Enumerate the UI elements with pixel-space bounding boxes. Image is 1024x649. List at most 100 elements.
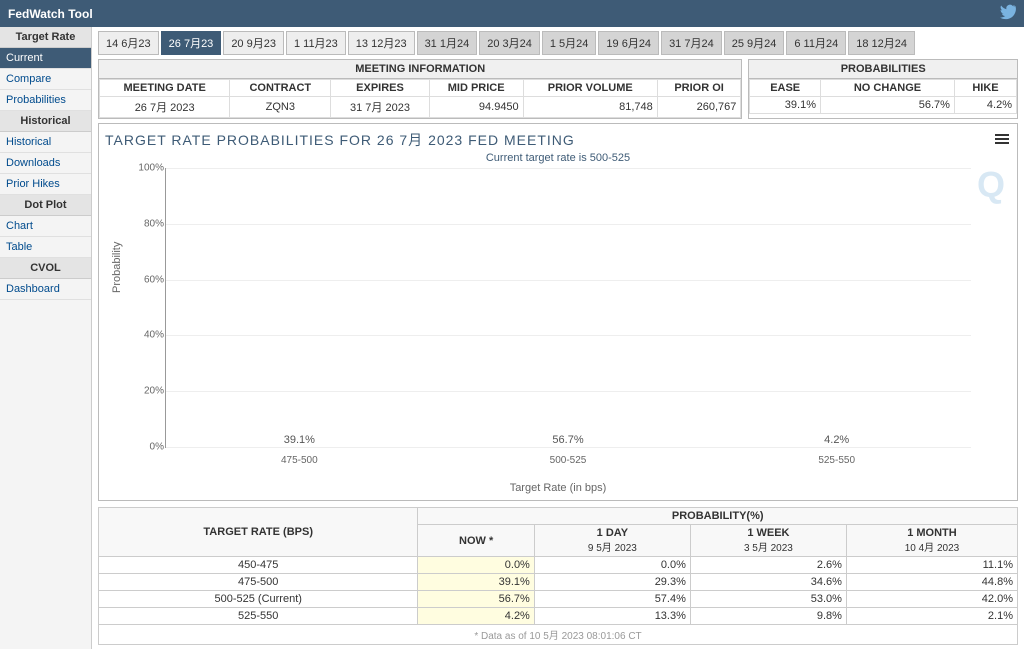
table-cell: 81,748 xyxy=(523,97,657,118)
tab-meeting-date[interactable]: 20 3月24 xyxy=(479,31,540,55)
sidebar-item-current[interactable]: Current xyxy=(0,48,91,69)
table-header: NOW * xyxy=(418,525,534,557)
app-title: FedWatch Tool xyxy=(8,7,93,21)
table-header: EASE xyxy=(750,80,821,97)
sidebar-group-header: Dot Plot xyxy=(0,195,91,216)
prob-cell: 0.0% xyxy=(418,557,534,574)
meeting-info-table: MEETING DATECONTRACTEXPIRESMID PRICEPRIO… xyxy=(99,79,741,118)
chart-ytick: 0% xyxy=(136,442,164,453)
tab-meeting-date[interactable]: 31 1月24 xyxy=(417,31,478,55)
prob-cell: 13.3% xyxy=(534,608,690,625)
table-header: 1 WEEK3 5月 2023 xyxy=(690,525,846,557)
rate-cell: 450-475 xyxy=(99,557,418,574)
sidebar-group-header: Target Rate xyxy=(0,27,91,48)
tab-meeting-date[interactable]: 19 6月24 xyxy=(598,31,659,55)
tab-meeting-date[interactable]: 18 12月24 xyxy=(848,31,915,55)
table-header: PRIOR VOLUME xyxy=(523,80,657,97)
prob-cell: 4.2% xyxy=(418,608,534,625)
table-cell: 39.1% xyxy=(750,97,821,114)
chart-ytick: 40% xyxy=(136,330,164,341)
table-header: MID PRICE xyxy=(429,80,523,97)
prob-cell: 56.7% xyxy=(418,591,534,608)
tab-meeting-date[interactable]: 31 7月24 xyxy=(661,31,722,55)
tab-meeting-date[interactable]: 1 11月23 xyxy=(286,31,346,55)
table-cell: 31 7月 2023 xyxy=(331,97,429,118)
rate-cell: 475-500 xyxy=(99,574,418,591)
table-header: EXPIRES xyxy=(331,80,429,97)
prob-cell: 11.1% xyxy=(846,557,1017,574)
sidebar-item-prior-hikes[interactable]: Prior Hikes xyxy=(0,174,91,195)
chart-subtitle: Current target rate is 500-525 xyxy=(105,152,1011,164)
rate-cell: 500-525 (Current) xyxy=(99,591,418,608)
tab-meeting-date[interactable]: 20 9月23 xyxy=(223,31,284,55)
table-cell: 94.9450 xyxy=(429,97,523,118)
chart-ytick: 80% xyxy=(136,218,164,229)
chart-menu-icon[interactable] xyxy=(995,132,1009,146)
prob-cell: 9.8% xyxy=(690,608,846,625)
info-row: MEETING INFORMATION MEETING DATECONTRACT… xyxy=(98,59,1018,119)
sidebar-item-dashboard[interactable]: Dashboard xyxy=(0,279,91,300)
watermark-icon: Q xyxy=(977,164,1005,206)
sidebar-item-historical[interactable]: Historical xyxy=(0,132,91,153)
chart-xtick: 475-500 xyxy=(281,455,318,466)
table-footnote: * Data as of 10 5月 2023 08:01:06 CT xyxy=(99,625,1018,645)
bar-value-label: 56.7% xyxy=(552,434,583,446)
sidebar-item-compare[interactable]: Compare xyxy=(0,69,91,90)
chart-title: TARGET RATE PROBABILITIES FOR 26 7月 2023… xyxy=(105,130,1011,150)
meeting-date-tabs: 14 6月2326 7月2320 9月231 11月2313 12月2331 1… xyxy=(98,31,1018,55)
tab-meeting-date[interactable]: 1 5月24 xyxy=(542,31,597,55)
table-cell: 26 7月 2023 xyxy=(100,97,230,118)
table-header: 1 MONTH10 4月 2023 xyxy=(846,525,1017,557)
rate-header: TARGET RATE (BPS) xyxy=(99,508,418,557)
sidebar-item-table[interactable]: Table xyxy=(0,237,91,258)
bar-value-label: 39.1% xyxy=(284,434,315,446)
content: 14 6月2326 7月2320 9月231 11月2313 12月2331 1… xyxy=(92,27,1024,649)
rate-cell: 525-550 xyxy=(99,608,418,625)
tab-meeting-date[interactable]: 14 6月23 xyxy=(98,31,159,55)
chart-ytick: 100% xyxy=(136,163,164,174)
table-header: HIKE xyxy=(954,80,1016,97)
prob-cell: 44.8% xyxy=(846,574,1017,591)
twitter-icon[interactable] xyxy=(1000,4,1016,23)
chart-xlabel: Target Rate (in bps) xyxy=(105,482,1011,494)
sidebar-item-chart[interactable]: Chart xyxy=(0,216,91,237)
sidebar-item-probabilities[interactable]: Probabilities xyxy=(0,90,91,111)
tab-meeting-date[interactable]: 26 7月23 xyxy=(161,31,222,55)
sidebar: Target RateCurrentCompareProbabilitiesHi… xyxy=(0,27,92,649)
prob-cell: 2.1% xyxy=(846,608,1017,625)
bar-value-label: 4.2% xyxy=(824,434,849,446)
prob-header: PROBABILITY(%) xyxy=(418,508,1018,525)
tab-meeting-date[interactable]: 25 9月24 xyxy=(724,31,785,55)
prob-cell: 42.0% xyxy=(846,591,1017,608)
prob-cell: 53.0% xyxy=(690,591,846,608)
chart-ytick: 20% xyxy=(136,386,164,397)
chart-bars: 39.1%475-50056.7%500-5254.2%525-550 xyxy=(165,168,971,448)
prob-cell: 29.3% xyxy=(534,574,690,591)
chart-panel: TARGET RATE PROBABILITIES FOR 26 7月 2023… xyxy=(98,123,1018,501)
prob-cell: 2.6% xyxy=(690,557,846,574)
table-cell: 260,767 xyxy=(657,97,741,118)
probabilities-panel: PROBABILITIES EASENO CHANGEHIKE 39.1%56.7… xyxy=(748,59,1018,119)
table-cell: 4.2% xyxy=(954,97,1016,114)
table-header: MEETING DATE xyxy=(100,80,230,97)
sidebar-item-downloads[interactable]: Downloads xyxy=(0,153,91,174)
tab-meeting-date[interactable]: 6 11月24 xyxy=(786,31,846,55)
title-bar: FedWatch Tool xyxy=(0,0,1024,27)
chart-ylabel: Probability xyxy=(111,242,123,293)
table-cell: ZQN3 xyxy=(230,97,331,118)
main-layout: Target RateCurrentCompareProbabilitiesHi… xyxy=(0,27,1024,649)
table-cell: 56.7% xyxy=(821,97,955,114)
prob-cell: 57.4% xyxy=(534,591,690,608)
chart-xtick: 500-525 xyxy=(550,455,587,466)
tab-meeting-date[interactable]: 13 12月23 xyxy=(348,31,415,55)
table-header: PRIOR OI xyxy=(657,80,741,97)
probabilities-table: EASENO CHANGEHIKE 39.1%56.7%4.2% xyxy=(749,79,1017,114)
sidebar-group-header: CVOL xyxy=(0,258,91,279)
table-header: NO CHANGE xyxy=(821,80,955,97)
meeting-info-panel: MEETING INFORMATION MEETING DATECONTRACT… xyxy=(98,59,742,119)
probabilities-title: PROBABILITIES xyxy=(749,60,1017,79)
sidebar-group-header: Historical xyxy=(0,111,91,132)
table-header: 1 DAY9 5月 2023 xyxy=(534,525,690,557)
prob-cell: 0.0% xyxy=(534,557,690,574)
table-header: CONTRACT xyxy=(230,80,331,97)
